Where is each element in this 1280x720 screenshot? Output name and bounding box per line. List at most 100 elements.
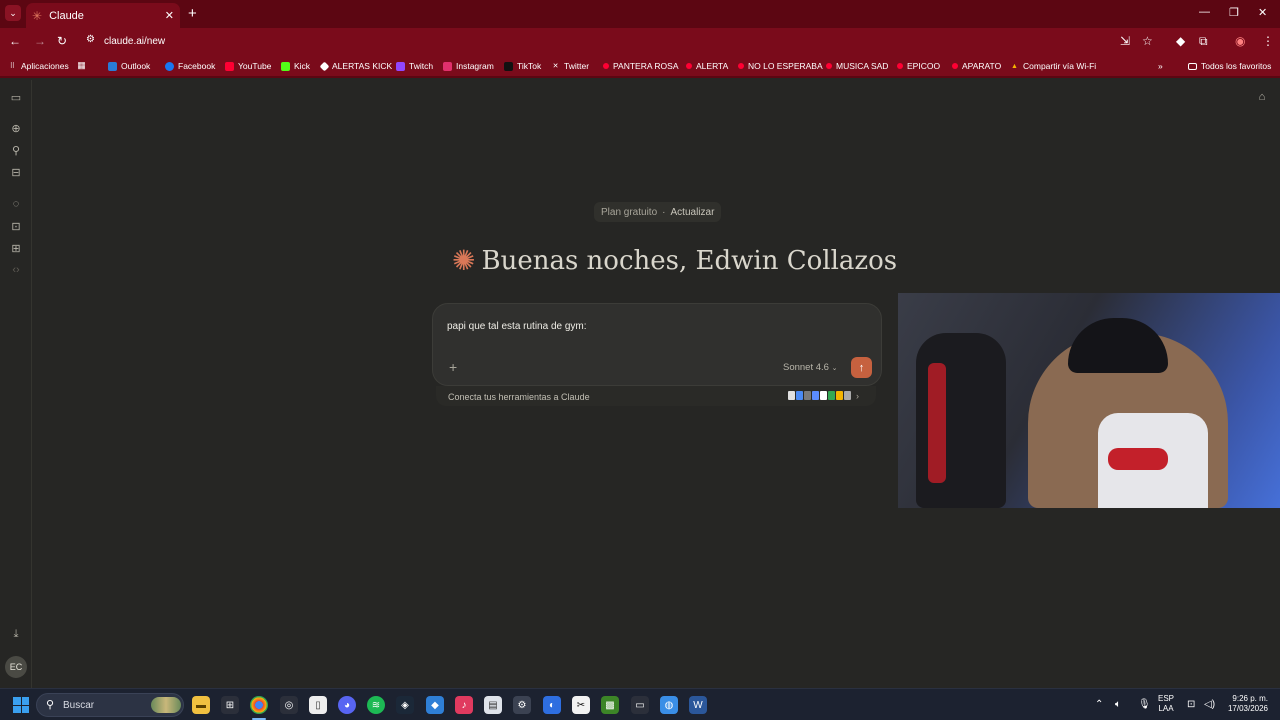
bookmarks-overflow-button[interactable]: » [1158, 61, 1163, 71]
chrome-icon[interactable] [250, 696, 268, 714]
site-info-icon[interactable]: ⚙ [86, 34, 95, 45]
editor-icon[interactable]: ◐ [543, 696, 561, 714]
app-blue-icon[interactable]: ◆ [426, 696, 444, 714]
bookmark-outlook[interactable]: Outlook [108, 61, 150, 71]
chats-icon[interactable]: ◌ [9, 198, 23, 210]
bookmark-alerta[interactable]: ALERTA [686, 61, 728, 71]
bookmark-star-icon[interactable]: ☆ [1142, 34, 1153, 48]
webcam-overlay [898, 293, 1280, 508]
obs-icon[interactable]: ◎ [280, 696, 298, 714]
sidebar-toggle-icon[interactable]: ▭ [9, 91, 23, 104]
bookmark-tiktok[interactable]: TikTok [504, 61, 541, 71]
message-input[interactable]: papi que tal esta rutina de gym: [447, 321, 587, 332]
bookmark-youtube[interactable]: YouTube [225, 61, 271, 71]
forward-arrow-icon[interactable]: → [34, 34, 46, 48]
terminal-icon[interactable]: ▭ [631, 696, 649, 714]
settings-gear-icon[interactable]: ⚙ [513, 696, 531, 714]
facebook-icon [165, 61, 174, 71]
reload-icon[interactable]: ↻ [57, 34, 67, 48]
profile-icon[interactable]: ◉ [1235, 34, 1245, 48]
tray-overflow-chevron-icon[interactable]: ⌃ [1095, 699, 1103, 710]
extensions-puzzle-icon[interactable]: ⧉ [1199, 34, 1208, 49]
connect-tools-banner[interactable]: Conecta tus herramientas a Claude › [436, 386, 876, 406]
taskbar-search[interactable]: ⚲ Buscar [36, 693, 184, 717]
restore-button[interactable]: ❐ [1229, 6, 1239, 19]
steam-icon[interactable]: ◈ [396, 696, 414, 714]
bookmark-facebook[interactable]: Facebook [165, 61, 215, 71]
bookmark-pantera-rosa[interactable]: PANTERA ROSA [603, 61, 679, 71]
bookmark-aplicaciones[interactable]: ⠿ Aplicaciones [8, 61, 69, 71]
asana-icon [812, 391, 819, 400]
customize-icon[interactable]: ⊟ [9, 166, 23, 179]
bookmark-twitter[interactable]: ✕ Twitter [551, 61, 589, 71]
warning-icon: ▲ [1011, 62, 1018, 70]
artifacts-icon[interactable]: ⊞ [9, 242, 23, 255]
notepad-icon[interactable]: ▤ [484, 696, 502, 714]
claude-sidebar: ▭ ⊕ ⚲ ⊟ ◌ ⊡ ⊞ ‹› ⤓ EC [0, 80, 32, 688]
keyboard-layout: LAA [1158, 704, 1174, 713]
tab-search-menu-button[interactable]: ⌄ [5, 5, 21, 21]
bookmark-no-lo-esperaba[interactable]: NO LO ESPERABA [738, 61, 823, 71]
download-icon[interactable]: ⤓ [9, 628, 23, 641]
kick-icon [281, 61, 290, 71]
bookmark-twitch[interactable]: Twitch [396, 61, 433, 71]
add-attachment-button[interactable]: + [449, 359, 457, 375]
close-window-button[interactable]: ✕ [1258, 6, 1267, 19]
instagram-icon [443, 61, 452, 71]
menu-kebab-icon[interactable]: ⋮ [1262, 34, 1274, 48]
windows-start-icon[interactable] [13, 697, 29, 713]
new-chat-icon[interactable]: ⊕ [9, 122, 23, 135]
model-selector[interactable]: Sonnet 4.6 ⌄ [783, 362, 837, 373]
bookmark-apps-grid[interactable]: ▦ [77, 61, 90, 70]
bookmark-instagram[interactable]: Instagram [443, 61, 494, 71]
volume-icon[interactable]: ◁) [1204, 699, 1215, 710]
arrow-up-icon: ↑ [858, 361, 865, 374]
avatar[interactable]: EC [5, 656, 27, 678]
folder-icon [1188, 62, 1197, 70]
browser-tab-claude[interactable]: ✳ Claude ✕ [26, 3, 180, 28]
search-icon[interactable]: ⚲ [9, 144, 23, 157]
network-icon[interactable]: ⊡ [1187, 699, 1195, 710]
plan-badge: Plan gratuito · Actualizar [594, 202, 722, 222]
capcut-icon[interactable]: ✂ [572, 696, 590, 714]
upgrade-link[interactable]: Actualizar [671, 207, 715, 218]
language-indicator[interactable]: ESP LAA [1158, 694, 1174, 714]
all-bookmarks-folder[interactable]: Todos los favoritos [1188, 61, 1271, 71]
bookmarks-bar: ⠿ Aplicaciones ▦ Outlook Facebook YouTube… [0, 56, 1280, 78]
message-composer[interactable]: papi que tal esta rutina de gym: + Sonne… [432, 303, 882, 386]
projects-icon[interactable]: ⊡ [9, 220, 23, 233]
new-tab-button[interactable]: + [188, 5, 197, 22]
bookmark-kick[interactable]: Kick [281, 61, 310, 71]
more-integrations-icon [844, 391, 851, 400]
document-icon[interactable]: ▯ [309, 696, 327, 714]
bookmark-compartir-wifi[interactable]: ▲ Compartir vía Wi-Fi [1010, 61, 1096, 71]
minimize-button[interactable]: — [1199, 6, 1210, 18]
app-icon[interactable]: ◍ [660, 696, 678, 714]
discord-icon[interactable]: ◕ [338, 696, 356, 714]
word-icon[interactable]: W [689, 696, 707, 714]
tiktok-icon [504, 61, 513, 71]
bookmark-aparato[interactable]: APARATO [952, 61, 1001, 71]
microphone-icon[interactable]: 🎙︎ [1138, 699, 1151, 710]
bookmark-alertas-kick[interactable]: ALERTAS KICK [319, 61, 392, 71]
system-clock[interactable]: 9:26 p. m. 17/03/2026 [1224, 694, 1268, 714]
microsoft-store-icon[interactable]: ⊞ [221, 696, 239, 714]
code-icon[interactable]: ‹› [9, 264, 23, 276]
greeting-text: Buenas noches, Edwin Collazos [481, 245, 898, 276]
close-tab-icon[interactable]: ✕ [165, 9, 174, 22]
incognito-icon[interactable]: ⌂ [1255, 91, 1269, 103]
tiktok-live-icon[interactable]: ♪ [455, 696, 473, 714]
send-button[interactable]: ↑ [851, 357, 872, 378]
extension-diamond-icon[interactable]: ◆ [1176, 34, 1185, 48]
install-app-icon[interactable]: ⇲ [1120, 34, 1130, 48]
bookmark-musica-sad[interactable]: MUSICA SAD [826, 61, 888, 71]
minecraft-icon[interactable]: ▩ [601, 696, 619, 714]
spotify-icon[interactable]: ≋ [367, 696, 385, 714]
bookmark-epicoo[interactable]: EPICOO [897, 61, 940, 71]
address-bar[interactable]: claude.ai/new [104, 36, 165, 47]
file-explorer-icon[interactable]: ▬ [192, 696, 210, 714]
speaker-icon[interactable]: 🔈︎ [1115, 699, 1121, 710]
youtube-icon [826, 63, 832, 69]
back-arrow-icon[interactable]: ← [9, 34, 21, 48]
youtube-icon [603, 63, 609, 69]
